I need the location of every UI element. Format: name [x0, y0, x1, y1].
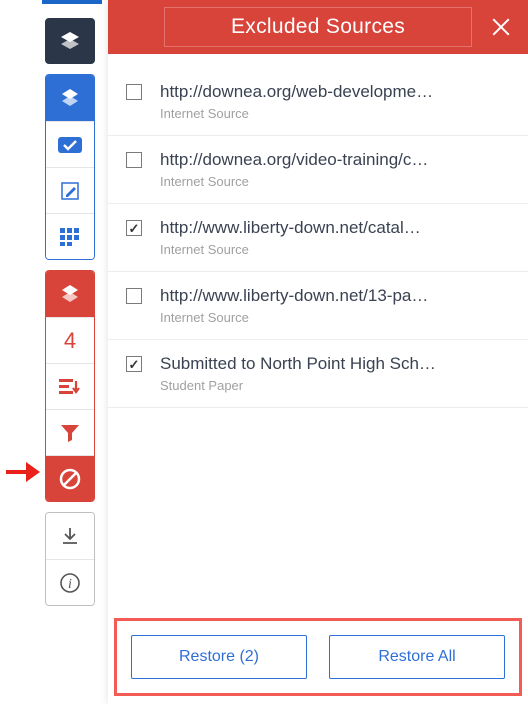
- restore-button[interactable]: Restore (2): [131, 635, 307, 679]
- source-type: Student Paper: [160, 378, 508, 393]
- source-text: http://downea.org/video-training/c… Inter…: [160, 150, 508, 189]
- source-checkbox[interactable]: [126, 152, 142, 168]
- layers-icon: [60, 284, 80, 304]
- source-item: http://www.liberty-down.net/catal… Intern…: [108, 204, 528, 272]
- restore-all-button[interactable]: Restore All: [329, 635, 505, 679]
- match-overview-button[interactable]: [46, 121, 94, 167]
- source-item: http://www.liberty-down.net/13-pa… Intern…: [108, 272, 528, 340]
- source-item: http://downea.org/video-training/c… Inter…: [108, 136, 528, 204]
- sidebar: 4 i: [45, 18, 95, 606]
- info-icon: i: [59, 572, 81, 594]
- blue-group-header[interactable]: [46, 75, 94, 121]
- excluded-sources-button[interactable]: [46, 455, 94, 501]
- source-url: http://www.liberty-down.net/13-pa…: [160, 286, 508, 306]
- source-url: http://downea.org/web-developme…: [160, 82, 508, 102]
- sidebar-gray-group: i: [45, 512, 95, 606]
- layers-icon: [59, 30, 81, 52]
- source-type: Internet Source: [160, 106, 508, 121]
- similarity-count[interactable]: 4: [46, 317, 94, 363]
- source-type: Internet Source: [160, 242, 508, 257]
- source-item: http://downea.org/web-developme… Internet…: [108, 68, 528, 136]
- bars-down-icon: [59, 377, 81, 397]
- similarity-count-value: 4: [64, 328, 76, 354]
- source-text: http://www.liberty-down.net/13-pa… Intern…: [160, 286, 508, 325]
- source-checkbox[interactable]: [126, 288, 142, 304]
- grid-button[interactable]: [46, 213, 94, 259]
- source-list: http://downea.org/web-developme… Internet…: [108, 54, 528, 612]
- source-checkbox[interactable]: [126, 356, 142, 372]
- svg-text:i: i: [68, 577, 72, 592]
- filter-button[interactable]: [46, 409, 94, 455]
- edit-button[interactable]: [46, 167, 94, 213]
- check-badge-icon: [57, 136, 83, 154]
- grid-icon: [60, 228, 80, 246]
- red-group-header[interactable]: [46, 271, 94, 317]
- panel-footer: Restore (2) Restore All: [114, 618, 522, 696]
- source-url: http://www.liberty-down.net/catal…: [160, 218, 508, 238]
- layers-button[interactable]: [45, 18, 95, 64]
- download-button[interactable]: [46, 513, 94, 559]
- source-type: Internet Source: [160, 174, 508, 189]
- prohibit-icon: [59, 468, 81, 490]
- download-icon: [61, 527, 79, 545]
- source-checkbox[interactable]: [126, 84, 142, 100]
- source-url: http://downea.org/video-training/c…: [160, 150, 508, 170]
- sidebar-red-group: 4: [45, 270, 95, 502]
- source-text: Submitted to North Point High Sch… Studen…: [160, 354, 508, 393]
- source-url: Submitted to North Point High Sch…: [160, 354, 508, 374]
- sidebar-blue-group: [45, 74, 95, 260]
- callout-arrow: [0, 462, 42, 482]
- close-button[interactable]: [488, 14, 514, 40]
- source-item: Submitted to North Point High Sch… Studen…: [108, 340, 528, 408]
- excluded-sources-panel: Excluded Sources http://downea.org/web-d…: [108, 0, 528, 704]
- source-text: http://downea.org/web-developme… Internet…: [160, 82, 508, 121]
- source-checkbox[interactable]: [126, 220, 142, 236]
- layers-icon: [60, 88, 80, 108]
- info-button[interactable]: i: [46, 559, 94, 605]
- all-sources-button[interactable]: [46, 363, 94, 409]
- funnel-icon: [60, 424, 80, 442]
- pencil-square-icon: [60, 181, 80, 201]
- source-text: http://www.liberty-down.net/catal… Intern…: [160, 218, 508, 257]
- panel-header: Excluded Sources: [108, 0, 528, 54]
- source-type: Internet Source: [160, 310, 508, 325]
- panel-title: Excluded Sources: [231, 15, 405, 39]
